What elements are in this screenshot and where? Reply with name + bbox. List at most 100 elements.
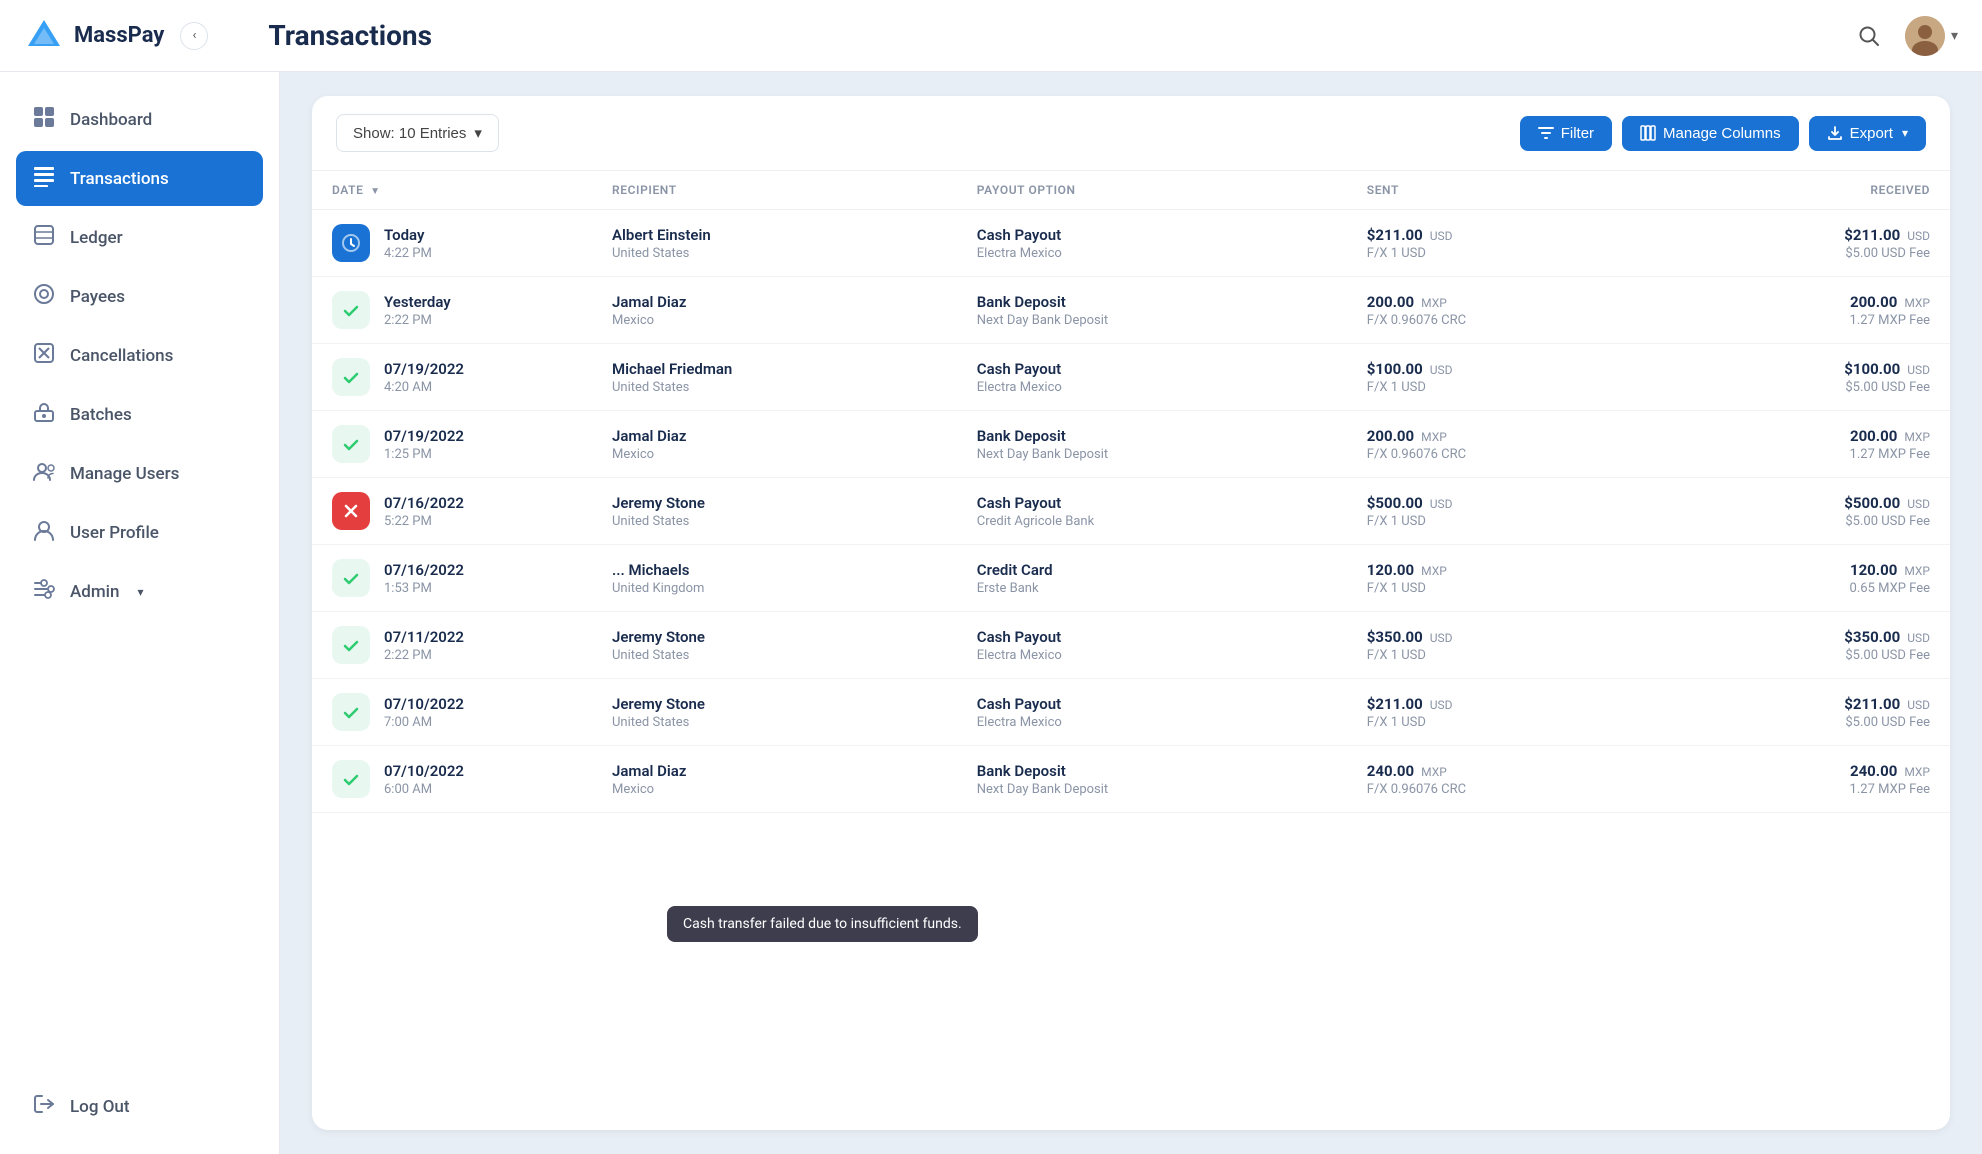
col-received: RECEIVED	[1664, 171, 1950, 210]
sidebar-item-ledger[interactable]: Ledger	[16, 210, 263, 265]
sidebar-item-user-profile[interactable]: User Profile	[16, 505, 263, 560]
cell-payout-option: Bank Deposit Next Day Bank Deposit	[957, 746, 1347, 813]
date-info: 07/11/2022 2:22 PM	[384, 628, 464, 663]
received-fee: $5.00 USD Fee	[1684, 514, 1930, 529]
cell-date: 07/10/2022 7:00 AM	[312, 679, 592, 746]
payout-detail: Next Day Bank Deposit	[977, 447, 1327, 462]
table-row[interactable]: 07/16/2022 1:53 PM ... Michaels United K…	[312, 545, 1950, 612]
logo-icon	[24, 16, 64, 56]
header-actions: ▾	[1849, 16, 1958, 56]
payout-method: Bank Deposit	[977, 293, 1327, 311]
table-row[interactable]: 07/10/2022 7:00 AM Jeremy Stone United S…	[312, 679, 1950, 746]
toolbar-right: Filter Manage Columns	[1520, 116, 1926, 151]
table-row[interactable]: Today 4:22 PM Albert Einstein United Sta…	[312, 210, 1950, 277]
received-amount: 240.00 MXP	[1684, 761, 1930, 780]
cell-sent: 200.00 MXP F/X 0.96076 CRC	[1347, 277, 1664, 344]
sidebar-item-payees[interactable]: Payees	[16, 269, 263, 324]
payout-detail: Electra Mexico	[977, 380, 1327, 395]
sidebar-item-admin[interactable]: Admin ▾	[16, 564, 263, 619]
cell-date: 07/19/2022 1:25 PM	[312, 411, 592, 478]
time-value: 1:25 PM	[384, 447, 464, 462]
cell-received: 240.00 MXP 1.27 MXP Fee	[1664, 746, 1950, 813]
cell-recipient: Michael Friedman United States	[592, 344, 957, 411]
payout-detail: Electra Mexico	[977, 246, 1327, 261]
time-value: 7:00 AM	[384, 715, 464, 730]
sent-amount: $500.00 USD	[1367, 493, 1644, 512]
cell-sent: $100.00 USD F/X 1 USD	[1347, 344, 1664, 411]
table-row[interactable]: 07/19/2022 4:20 AM Michael Friedman Unit…	[312, 344, 1950, 411]
table-row[interactable]: 07/19/2022 1:25 PM Jamal Diaz Mexico Ban…	[312, 411, 1950, 478]
sidebar-item-transactions[interactable]: Transactions	[16, 151, 263, 206]
received-fee: $5.00 USD Fee	[1684, 715, 1930, 730]
date-value: 07/10/2022	[384, 695, 464, 713]
table-row[interactable]: 07/10/2022 6:00 AM Jamal Diaz Mexico Ban…	[312, 746, 1950, 813]
payout-detail: Next Day Bank Deposit	[977, 782, 1327, 797]
cell-payout-option: Credit Card Erste Bank	[957, 545, 1347, 612]
payout-method: Cash Payout	[977, 695, 1327, 713]
recipient-name: Jeremy Stone	[612, 628, 937, 646]
sidebar-item-logout[interactable]: Log Out	[16, 1079, 263, 1134]
sidebar-item-manage-users[interactable]: Manage Users	[16, 446, 263, 501]
sent-amount: $350.00 USD	[1367, 627, 1644, 646]
date-info: Yesterday 2:22 PM	[384, 293, 451, 328]
sent-fx: F/X 1 USD	[1367, 715, 1644, 730]
recipient-country: United Kingdom	[612, 581, 937, 596]
sidebar-item-label: Log Out	[70, 1097, 130, 1117]
user-profile-icon	[32, 519, 56, 546]
sent-amount: 200.00 MXP	[1367, 426, 1644, 445]
status-success-icon	[332, 626, 370, 664]
col-sent: SENT	[1347, 171, 1664, 210]
filter-button[interactable]: Filter	[1520, 116, 1612, 151]
sidebar-item-dashboard[interactable]: Dashboard	[16, 92, 263, 147]
cell-date: 07/16/2022 1:53 PM	[312, 545, 592, 612]
sidebar-item-label: Transactions	[70, 169, 169, 189]
show-entries-button[interactable]: Show: 10 Entries ▾	[336, 114, 499, 152]
dashboard-icon	[32, 106, 56, 133]
sent-amount: $211.00 USD	[1367, 694, 1644, 713]
content-area: Show: 10 Entries ▾ Filter	[280, 72, 1982, 1154]
recipient-country: United States	[612, 246, 937, 261]
cell-sent: 240.00 MXP F/X 0.96076 CRC	[1347, 746, 1664, 813]
cell-sent: $211.00 USD F/X 1 USD	[1347, 679, 1664, 746]
export-button[interactable]: Export ▾	[1809, 116, 1926, 151]
sidebar-item-batches[interactable]: Batches	[16, 387, 263, 442]
date-info: 07/16/2022 1:53 PM	[384, 561, 464, 596]
cancellations-icon	[32, 342, 56, 369]
search-button[interactable]	[1849, 16, 1889, 56]
user-avatar-area[interactable]: ▾	[1905, 16, 1958, 56]
date-value: 07/19/2022	[384, 360, 464, 378]
manage-columns-button[interactable]: Manage Columns	[1622, 116, 1799, 151]
table-row[interactable]: 07/11/2022 2:22 PM Jeremy Stone United S…	[312, 612, 1950, 679]
payout-detail: Credit Agricole Bank	[977, 514, 1327, 529]
time-value: 2:22 PM	[384, 313, 451, 328]
cell-received: $500.00 USD $5.00 USD Fee	[1664, 478, 1950, 545]
table-toolbar: Show: 10 Entries ▾ Filter	[312, 96, 1950, 171]
date-info: 07/19/2022 4:20 AM	[384, 360, 464, 395]
recipient-name: Jamal Diaz	[612, 427, 937, 445]
table-row[interactable]: 07/16/2022 5:22 PM Jeremy Stone United S…	[312, 478, 1950, 545]
sidebar-toggle-button[interactable]: ‹	[180, 22, 208, 50]
received-amount: $100.00 USD	[1684, 359, 1930, 378]
col-recipient: RECIPIENT	[592, 171, 957, 210]
cell-sent: 120.00 MXP F/X 1 USD	[1347, 545, 1664, 612]
cell-date: Yesterday 2:22 PM	[312, 277, 592, 344]
recipient-country: Mexico	[612, 447, 937, 462]
date-info: Today 4:22 PM	[384, 226, 432, 261]
sent-amount: $211.00 USD	[1367, 225, 1644, 244]
received-amount: 200.00 MXP	[1684, 426, 1930, 445]
cell-date: Today 4:22 PM	[312, 210, 592, 277]
received-amount: $500.00 USD	[1684, 493, 1930, 512]
sidebar-item-cancellations[interactable]: Cancellations	[16, 328, 263, 383]
sidebar-item-label: Ledger	[70, 228, 123, 248]
status-success-icon	[332, 693, 370, 731]
date-info: 07/16/2022 5:22 PM	[384, 494, 464, 529]
col-date: DATE ▼	[312, 171, 592, 210]
recipient-country: United States	[612, 715, 937, 730]
payees-icon	[32, 283, 56, 310]
sent-amount: 200.00 MXP	[1367, 292, 1644, 311]
table-row[interactable]: Yesterday 2:22 PM Jamal Diaz Mexico Bank…	[312, 277, 1950, 344]
received-amount: $350.00 USD	[1684, 627, 1930, 646]
date-info: 07/19/2022 1:25 PM	[384, 427, 464, 462]
recipient-country: United States	[612, 380, 937, 395]
payout-method: Cash Payout	[977, 226, 1327, 244]
